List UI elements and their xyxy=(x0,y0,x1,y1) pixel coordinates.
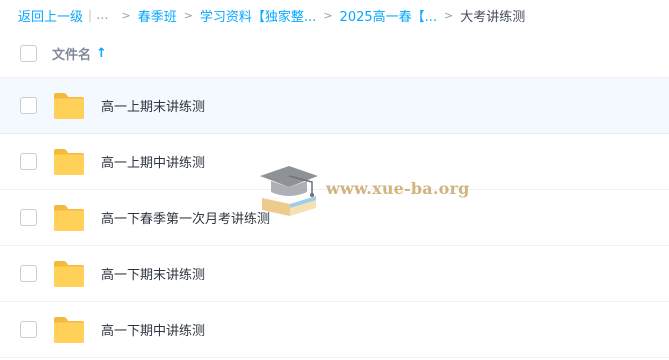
chevron-right-icon: > xyxy=(323,8,333,22)
chevron-right-icon: > xyxy=(444,8,454,22)
row-checkbox[interactable] xyxy=(20,265,37,282)
breadcrumb-divider: | xyxy=(88,8,93,22)
select-all-checkbox[interactable] xyxy=(20,45,37,62)
list-item[interactable]: 高一下春季第一次月考讲练测 xyxy=(0,190,669,246)
back-link[interactable]: 返回上一级 xyxy=(18,6,83,25)
breadcrumb: 返回上一级 | ... > 春季班 > 学习资料【独家整... > 2025高一… xyxy=(18,0,525,30)
folder-icon xyxy=(52,92,86,120)
breadcrumb-ellipsis[interactable]: ... xyxy=(96,8,108,23)
file-name: 高一上期中讲练测 xyxy=(101,156,206,171)
breadcrumb-item-spring-class[interactable]: 春季班 xyxy=(138,6,177,25)
list-item[interactable]: 高一下期中讲练测 xyxy=(0,302,669,358)
file-name: 高一下期中讲练测 xyxy=(101,324,206,339)
row-checkbox[interactable] xyxy=(20,97,37,114)
list-item[interactable]: 高一上期中讲练测 xyxy=(0,134,669,190)
file-name: 高一下期末讲练测 xyxy=(101,268,206,283)
list-item[interactable]: 高一下期末讲练测 xyxy=(0,246,669,302)
file-name: 高一下春季第一次月考讲练测 xyxy=(101,212,271,227)
file-browser: 返回上一级 | ... > 春季班 > 学习资料【独家整... > 2025高一… xyxy=(0,0,669,360)
folder-icon xyxy=(52,148,86,176)
folder-icon xyxy=(52,260,86,288)
chevron-right-icon: > xyxy=(183,8,193,22)
folder-icon xyxy=(52,316,86,344)
file-name: 高一上期末讲练测 xyxy=(101,100,206,115)
breadcrumb-item-study-materials[interactable]: 学习资料【独家整... xyxy=(200,6,316,25)
column-header-filename[interactable]: 文件名 xyxy=(52,44,91,63)
list-item[interactable]: 高一上期末讲练测 xyxy=(0,78,669,134)
folder-icon xyxy=(52,204,86,232)
breadcrumb-item-2025-spring[interactable]: 2025高一春【... xyxy=(340,6,437,25)
row-checkbox[interactable] xyxy=(20,321,37,338)
row-checkbox[interactable] xyxy=(20,153,37,170)
arrow-up-icon[interactable]: ↑ xyxy=(96,46,107,61)
breadcrumb-current: 大考讲练测 xyxy=(460,9,526,25)
list-header: 文件名 ↑ xyxy=(0,30,669,78)
chevron-right-icon: > xyxy=(121,8,131,22)
row-checkbox[interactable] xyxy=(20,209,37,226)
